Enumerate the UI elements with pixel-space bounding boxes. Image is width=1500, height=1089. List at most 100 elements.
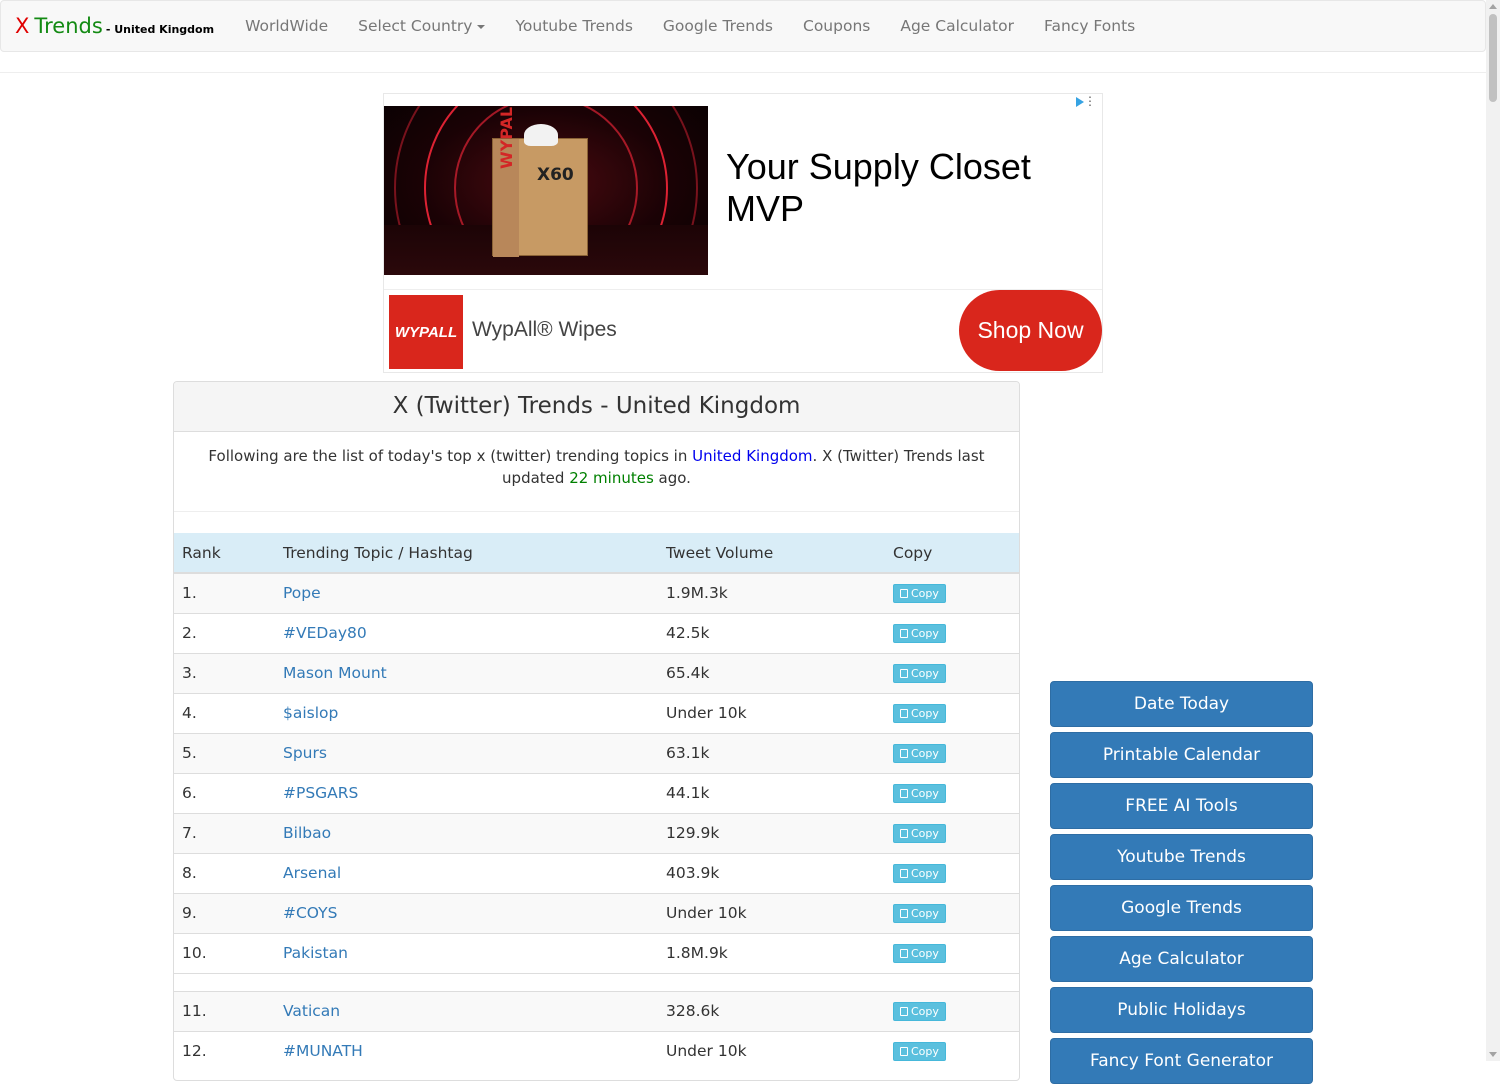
nav-select-country[interactable]: Select Country — [343, 17, 500, 35]
page-scrollbar[interactable] — [1486, 0, 1500, 1061]
sidebar-link-google-trends[interactable]: Google Trends — [1050, 885, 1313, 931]
sidebar-link-free-ai-tools[interactable]: FREE AI Tools — [1050, 783, 1313, 829]
adchoices-icon[interactable] — [1076, 97, 1084, 107]
rank-cell: 4. — [174, 692, 275, 733]
copy-button[interactable]: Copy — [893, 903, 946, 923]
rank-cell: 1. — [174, 572, 275, 613]
nav-fancy-fonts[interactable]: Fancy Fonts — [1029, 17, 1150, 35]
copy-label: Copy — [911, 706, 939, 720]
copy-label: Copy — [911, 946, 939, 960]
topic-link[interactable]: #COYS — [275, 892, 658, 933]
brand-trends: Trends — [34, 14, 103, 38]
copy-button[interactable]: Copy — [893, 783, 946, 803]
copy-button[interactable]: Copy — [893, 943, 946, 963]
copy-cell: Copy — [885, 772, 1019, 813]
topic-link[interactable]: Bilbao — [275, 812, 658, 853]
table-row: 1. Pope 1.9M.3k Copy — [174, 572, 1019, 613]
nav-worldwide[interactable]: WorldWide — [230, 17, 343, 35]
volume-cell: 129.9k — [658, 812, 885, 853]
copy-button[interactable]: Copy — [893, 663, 946, 683]
table-row: 7. Bilbao 129.9k Copy — [174, 812, 1019, 853]
table-row: 3. Mason Mount 65.4k Copy — [174, 652, 1019, 693]
rank-cell: 3. — [174, 652, 275, 693]
topic-link[interactable]: Pakistan — [275, 932, 658, 973]
copy-icon — [900, 828, 908, 838]
topic-link[interactable]: Vatican — [275, 990, 658, 1031]
copy-button[interactable]: Copy — [893, 863, 946, 883]
more-options-icon[interactable]: ⋮ — [1084, 95, 1096, 107]
sidebar-link-age-calculator[interactable]: Age Calculator — [1050, 936, 1313, 982]
country-link[interactable]: United Kingdom — [692, 447, 812, 465]
page-title: X (Twitter) Trends - United Kingdom — [174, 382, 1019, 432]
copy-button[interactable]: Copy — [893, 743, 946, 763]
intro-text: Following are the list of today's top x … — [174, 432, 1019, 512]
copy-button[interactable]: Copy — [893, 1041, 946, 1061]
sidebar-link-printable-calendar[interactable]: Printable Calendar — [1050, 732, 1313, 778]
volume-cell: Under 10k — [658, 1030, 885, 1071]
nav-coupons[interactable]: Coupons — [788, 17, 885, 35]
copy-button[interactable]: Copy — [893, 823, 946, 843]
table-row: 6. #PSGARS 44.1k Copy — [174, 772, 1019, 813]
volume-cell: Under 10k — [658, 692, 885, 733]
header-topic: Trending Topic / Hashtag — [275, 533, 658, 574]
ad-brand-name[interactable]: WypAll® Wipes — [472, 318, 617, 342]
nav-select-country-label: Select Country — [358, 17, 473, 35]
sidebar-link-youtube-trends[interactable]: Youtube Trends — [1050, 834, 1313, 880]
copy-button[interactable]: Copy — [893, 1001, 946, 1021]
topic-link[interactable]: #MUNATH — [275, 1030, 658, 1071]
product-box: WYPALL X60 — [492, 106, 588, 257]
brand-x: X — [15, 14, 30, 38]
table-row: 8. Arsenal 403.9k Copy — [174, 852, 1019, 893]
ad-product-image[interactable]: WYPALL X60 — [384, 106, 708, 275]
topic-link[interactable]: Arsenal — [275, 852, 658, 893]
copy-icon — [900, 1006, 908, 1016]
brand-logo[interactable]: X Trends - United Kingdom — [15, 14, 214, 38]
copy-label: Copy — [911, 866, 939, 880]
copy-icon — [900, 708, 908, 718]
volume-cell: 403.9k — [658, 852, 885, 893]
sidebar-link-public-holidays[interactable]: Public Holidays — [1050, 987, 1313, 1033]
topic-link[interactable]: Spurs — [275, 732, 658, 773]
advertisement[interactable]: WYPALL X60 ⋮ Your Supply Closet MVP WYPA… — [383, 93, 1103, 373]
ad-brand-logo[interactable]: WYPALL — [389, 295, 463, 369]
topic-link[interactable]: #VEDay80 — [275, 612, 658, 653]
nav-google-trends[interactable]: Google Trends — [648, 17, 788, 35]
tissue-shape — [524, 124, 558, 146]
topic-link[interactable]: Pope — [275, 572, 658, 613]
intro-post: ago. — [653, 469, 691, 487]
table-spacer-row — [174, 972, 1019, 991]
rank-cell: 7. — [174, 812, 275, 853]
header-rank: Rank — [174, 533, 275, 574]
copy-cell: Copy — [885, 932, 1019, 973]
shop-now-button[interactable]: Shop Now — [959, 290, 1102, 371]
copy-icon — [900, 748, 908, 758]
scroll-down-arrow-icon[interactable] — [1489, 1052, 1497, 1057]
nav-youtube-trends[interactable]: Youtube Trends — [500, 17, 647, 35]
volume-cell: 65.4k — [658, 652, 885, 693]
copy-label: Copy — [911, 586, 939, 600]
sidebar-link-fancy-font-generator[interactable]: Fancy Font Generator — [1050, 1038, 1313, 1084]
topic-link[interactable]: $aislop — [275, 692, 658, 733]
table-row: 10. Pakistan 1.8M.9k Copy — [174, 932, 1019, 973]
trends-panel: X (Twitter) Trends - United Kingdom Foll… — [173, 381, 1020, 1081]
topic-link[interactable]: Mason Mount — [275, 652, 658, 693]
copy-label: Copy — [911, 786, 939, 800]
topic-link[interactable]: #PSGARS — [275, 772, 658, 813]
copy-icon — [900, 788, 908, 798]
last-updated-time: 22 minutes — [569, 469, 654, 487]
copy-button[interactable]: Copy — [893, 703, 946, 723]
intro-pre: Following are the list of today's top x … — [208, 447, 693, 465]
sidebar-link-date-today[interactable]: Date Today — [1050, 681, 1313, 727]
scrollbar-thumb[interactable] — [1489, 14, 1497, 102]
copy-label: Copy — [911, 1004, 939, 1018]
header-volume: Tweet Volume — [658, 533, 885, 574]
scroll-up-arrow-icon[interactable] — [1489, 4, 1497, 9]
copy-cell: Copy — [885, 732, 1019, 773]
copy-button[interactable]: Copy — [893, 583, 946, 603]
volume-cell: 44.1k — [658, 772, 885, 813]
nav-age-calculator[interactable]: Age Calculator — [885, 17, 1029, 35]
box-label: X60 — [537, 165, 574, 185]
ad-headline[interactable]: Your Supply Closet MVP — [726, 146, 1066, 230]
copy-button[interactable]: Copy — [893, 623, 946, 643]
brand-country: - United Kingdom — [105, 23, 215, 36]
